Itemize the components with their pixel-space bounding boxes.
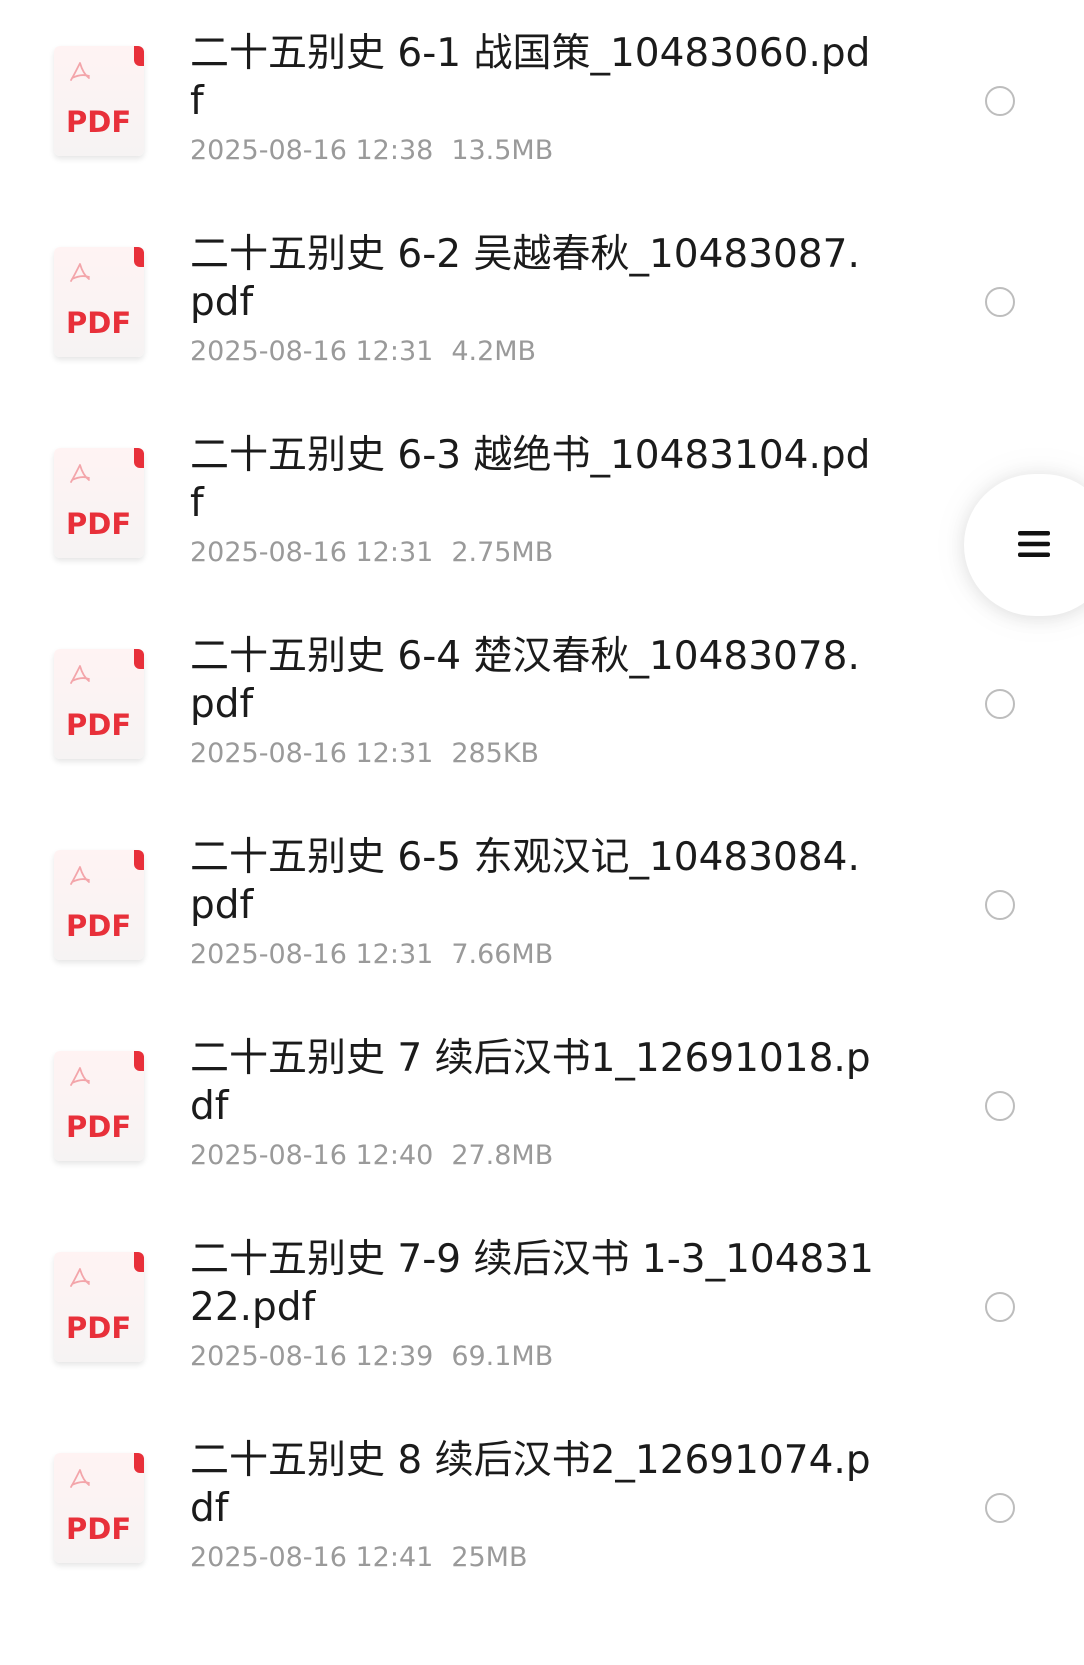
acrobat-mark-icon (70, 1268, 90, 1287)
pdf-file-icon: PDF (54, 1453, 144, 1563)
acrobat-mark-icon (70, 866, 90, 885)
pdf-file-icon: PDF (54, 46, 144, 156)
pdf-corner-mark (134, 448, 144, 468)
file-row[interactable]: PDF 二十五别史 7-9 续后汉书 1-3_10483122.pdf 2025… (0, 1206, 1084, 1419)
file-list: PDF 二十五别史 6-1 战国策_10483060.pdf 2025-08-1… (0, 0, 1084, 1665)
acrobat-mark-icon (70, 263, 90, 282)
file-meta: 2025-08-16 12:31 285KB (190, 737, 539, 771)
file-size: 4.2MB (451, 336, 537, 367)
file-name: 二十五别史 7 续后汉书1_12691018.pdf (190, 1036, 871, 1129)
file-size: 13.5MB (451, 135, 554, 166)
acrobat-mark-icon (70, 1067, 90, 1086)
file-meta: 2025-08-16 12:38 13.5MB (190, 134, 553, 168)
select-radio[interactable] (985, 890, 1015, 920)
acrobat-mark-icon (70, 1469, 90, 1488)
pdf-file-icon: PDF (54, 1252, 144, 1362)
file-size: 27.8MB (451, 1140, 554, 1171)
file-name: 二十五别史 6-2 吴越春秋_10483087.pdf (190, 232, 860, 325)
pdf-file-icon: PDF (54, 649, 144, 759)
file-row[interactable]: PDF 二十五别史 6-1 战国策_10483060.pdf 2025-08-1… (0, 0, 1084, 213)
acrobat-mark-icon (70, 464, 90, 483)
pdf-corner-mark (134, 850, 144, 870)
pdf-file-icon: PDF (54, 1051, 144, 1161)
select-radio[interactable] (985, 1292, 1015, 1322)
file-name: 二十五别史 6-5 东观汉记_10483084.pdf (190, 835, 860, 928)
file-row[interactable]: PDF 二十五别史 8 续后汉书2_12691074.pdf 2025-08-1… (0, 1407, 1084, 1620)
file-size: 69.1MB (451, 1341, 554, 1372)
file-meta: 2025-08-16 12:31 2.75MB (190, 536, 553, 570)
file-row[interactable]: PDF 二十五别史 6-5 东观汉记_10483084.pdf 2025-08-… (0, 804, 1084, 1017)
file-date: 2025-08-16 12:31 (190, 939, 434, 970)
acrobat-mark-icon (70, 665, 90, 684)
select-radio[interactable] (985, 86, 1015, 116)
file-date: 2025-08-16 12:31 (190, 738, 434, 769)
file-name: 二十五别史 8 续后汉书2_12691074.pdf (190, 1438, 871, 1531)
select-radio[interactable] (985, 1091, 1015, 1121)
file-size: 285KB (451, 738, 540, 769)
pdf-label: PDF (66, 105, 132, 139)
file-row[interactable]: PDF 二十五别史 6-2 吴越春秋_10483087.pdf 2025-08-… (0, 201, 1084, 414)
pdf-label: PDF (66, 507, 132, 541)
file-meta: 2025-08-16 12:31 7.66MB (190, 938, 553, 972)
file-date: 2025-08-16 12:41 (190, 1542, 434, 1573)
pdf-label: PDF (66, 708, 132, 742)
pdf-corner-mark (134, 649, 144, 669)
file-size: 2.75MB (451, 537, 554, 568)
file-date: 2025-08-16 12:38 (190, 135, 434, 166)
pdf-label: PDF (66, 306, 132, 340)
file-name: 二十五别史 6-3 越绝书_10483104.pdf (190, 433, 871, 526)
file-size: 7.66MB (451, 939, 554, 970)
file-date: 2025-08-16 12:31 (190, 336, 434, 367)
file-meta: 2025-08-16 12:40 27.8MB (190, 1139, 553, 1173)
file-name: 二十五别史 6-4 楚汉春秋_10483078.pdf (190, 634, 860, 727)
pdf-corner-mark (134, 46, 144, 66)
file-size: 25MB (451, 1542, 528, 1573)
pdf-file-icon: PDF (54, 448, 144, 558)
select-radio[interactable] (985, 689, 1015, 719)
file-meta: 2025-08-16 12:31 4.2MB (190, 335, 536, 369)
file-date: 2025-08-16 12:40 (190, 1140, 434, 1171)
file-row[interactable]: PDF 二十五别史 6-4 楚汉春秋_10483078.pdf 2025-08-… (0, 603, 1084, 816)
pdf-corner-mark (134, 1051, 144, 1071)
file-meta: 2025-08-16 12:39 69.1MB (190, 1340, 553, 1374)
pdf-file-icon: PDF (54, 850, 144, 960)
pdf-corner-mark (134, 1252, 144, 1272)
pdf-label: PDF (66, 1110, 132, 1144)
file-date: 2025-08-16 12:31 (190, 537, 434, 568)
file-row[interactable]: PDF 二十五别史 7 续后汉书1_12691018.pdf 2025-08-1… (0, 1005, 1084, 1218)
pdf-corner-mark (134, 1453, 144, 1473)
menu-icon (1018, 531, 1050, 557)
file-name: 二十五别史 6-1 战国策_10483060.pdf (190, 31, 871, 124)
acrobat-mark-icon (70, 62, 90, 81)
pdf-label: PDF (66, 909, 132, 943)
select-radio[interactable] (985, 287, 1015, 317)
pdf-label: PDF (66, 1311, 132, 1345)
pdf-label: PDF (66, 1512, 132, 1546)
file-meta: 2025-08-16 12:41 25MB (190, 1541, 528, 1575)
file-row[interactable]: PDF 二十五别史 6-3 越绝书_10483104.pdf 2025-08-1… (0, 402, 1084, 615)
file-date: 2025-08-16 12:39 (190, 1341, 434, 1372)
file-name: 二十五别史 7-9 续后汉书 1-3_10483122.pdf (190, 1237, 874, 1330)
pdf-file-icon: PDF (54, 247, 144, 357)
select-radio[interactable] (985, 1493, 1015, 1523)
pdf-corner-mark (134, 247, 144, 267)
